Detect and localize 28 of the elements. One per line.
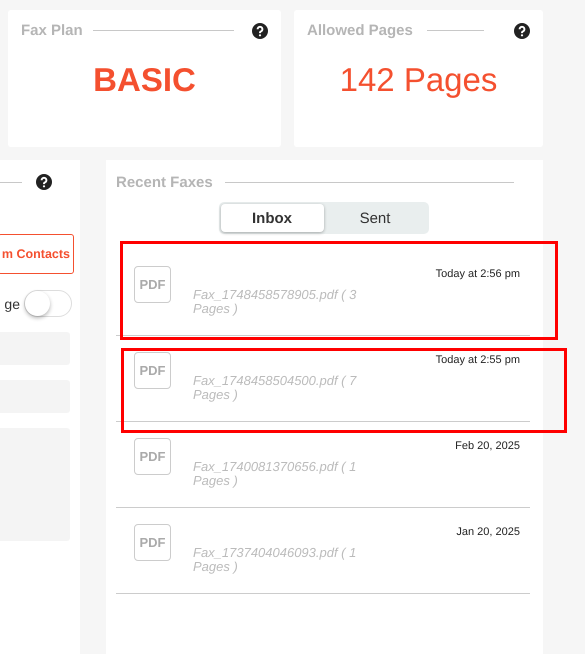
fax-item[interactable]: PDF Fax_1737404046093.pdf ( 1 Pages ) Jan 20, 2025 [116, 508, 530, 594]
file-name: Fax_1748458578905.pdf ( 3 Pages ) [193, 288, 358, 316]
fax-item[interactable]: PDF Fax_1748458578905.pdf ( 3 Pages ) Today at 2:56 pm [116, 240, 530, 336]
pdf-icon: PDF [134, 438, 171, 475]
tab[interactable]: Sent [324, 204, 426, 232]
pdf-icon: PDF [134, 524, 171, 561]
tab[interactable]: Inbox [220, 204, 324, 232]
fax-time: Today at 2:55 pm [436, 353, 520, 368]
help-icon[interactable] [514, 22, 530, 38]
card-value: BASIC [92, 61, 197, 99]
toggle-switch[interactable] [24, 290, 72, 317]
fax-time: Jan 20, 2025 [456, 525, 520, 540]
fax-time: Feb 20, 2025 [455, 439, 520, 454]
fax-item[interactable]: PDF Fax_1748458504500.pdf ( 7 Pages ) Today at 2:55 pm [116, 336, 530, 422]
card-title: Fax Plan [21, 22, 83, 39]
file-name: Fax_1737404046093.pdf ( 1 Pages ) [193, 546, 358, 574]
file-name: Fax_1748458504500.pdf ( 7 Pages ) [193, 374, 358, 402]
fax-time: Today at 2:56 pm [436, 267, 520, 282]
card-value: 142 Pages [338, 61, 498, 99]
toggle-label: ge [4, 296, 20, 312]
panel-title: Recent Faxes [116, 174, 213, 191]
pdf-icon: PDF [134, 266, 171, 303]
pdf-icon: PDF [134, 352, 171, 389]
fax-item[interactable]: PDF Fax_1740081370656.pdf ( 1 Pages ) Feb 20, 2025 [116, 422, 530, 508]
file-name: Fax_1740081370656.pdf ( 1 Pages ) [193, 460, 358, 488]
card-title: Allowed Pages [307, 22, 413, 39]
help-icon[interactable] [36, 174, 52, 190]
help-icon[interactable] [252, 22, 268, 38]
